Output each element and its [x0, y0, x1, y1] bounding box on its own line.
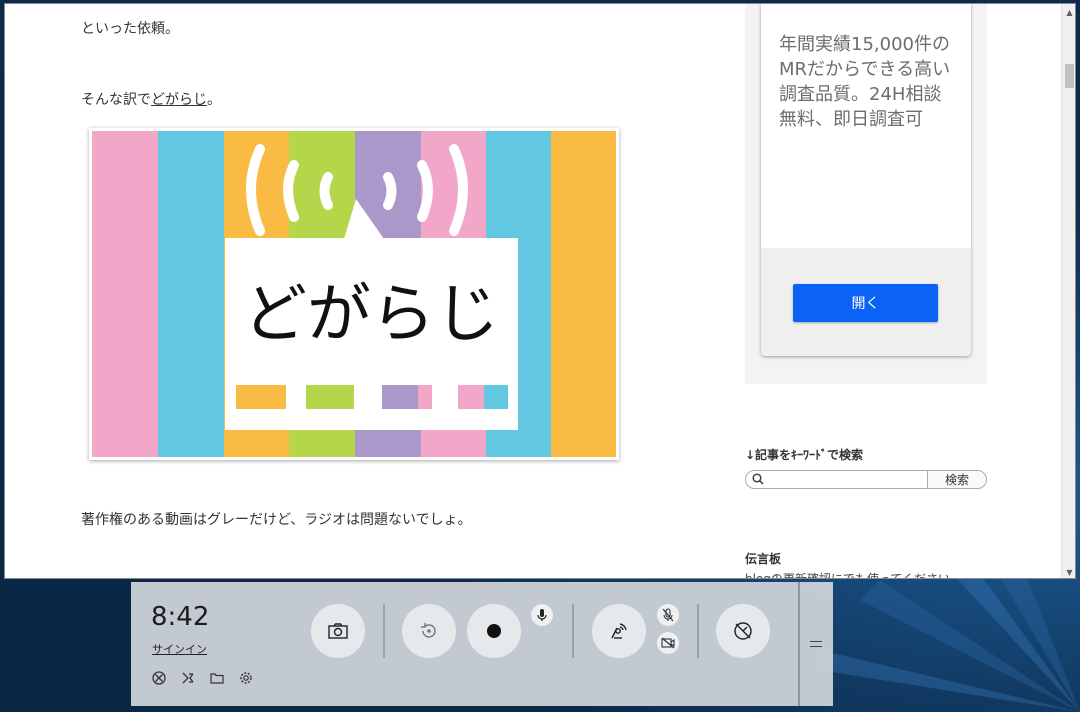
xbox-icon[interactable]: [151, 670, 167, 686]
broadcast-button[interactable]: [592, 604, 646, 658]
broadcast-mixer-icon[interactable]: [180, 670, 196, 686]
replay-icon: [421, 623, 436, 638]
performance-button[interactable]: [716, 604, 770, 658]
performance-off-icon: [734, 622, 752, 640]
broadcast-mic-toggle[interactable]: [657, 604, 679, 626]
ad-open-button[interactable]: 開く: [793, 284, 938, 322]
microphone-off-icon: [662, 608, 674, 622]
article-text-prefix: そんな訳で: [81, 92, 151, 108]
article-text-request: といった依頼。: [81, 21, 179, 37]
scroll-up-arrow-icon[interactable]: ▲: [1062, 4, 1075, 20]
game-bar-edge: [798, 582, 800, 706]
separator: [383, 604, 385, 658]
dogaradi-logo-image[interactable]: どがらじ: [89, 128, 619, 460]
search-input[interactable]: [768, 472, 927, 489]
article-text-suffix: 。: [207, 92, 221, 108]
start-recording-button[interactable]: [467, 604, 521, 658]
search-box: 検索: [745, 470, 987, 489]
broadcast-camera-toggle[interactable]: [657, 632, 679, 654]
drag-handle-icon[interactable]: [810, 641, 822, 647]
record-icon: [487, 624, 501, 638]
search-heading: ↓記事をｷｰﾜｰﾄﾞで検索: [745, 448, 864, 462]
ad-card[interactable]: 年間実績15,000件のMRだからできる高い調査品質。24H相談無料、即日調査可…: [761, 4, 971, 356]
ad-text: 年間実績15,000件のMRだからできる高い調査品質。24H相談無料、即日調査可: [779, 34, 951, 130]
message-board-text: blogの更新確認にでも使ってください: [745, 572, 950, 579]
separator: [572, 604, 574, 658]
search-button[interactable]: 検索: [927, 470, 987, 489]
message-board-heading: 伝言板: [745, 552, 782, 566]
logo-text: どがらじ: [243, 278, 499, 352]
clock: 8:42: [151, 602, 210, 632]
dogaradi-link[interactable]: どがらじ: [151, 92, 207, 108]
microphone-icon: [537, 609, 547, 621]
article-text-doga: そんな訳でどがらじ。: [81, 89, 221, 109]
search-icon: [752, 473, 764, 485]
scroll-thumb[interactable]: [1065, 64, 1074, 88]
settings-gear-icon[interactable]: [238, 670, 254, 686]
camera-icon: [328, 623, 348, 639]
microphone-toggle[interactable]: [531, 604, 553, 626]
article-text-copyright: 著作権のある動画はグレーだけど、ラジオは問題ないでしょ。: [81, 512, 472, 528]
broadcast-icon: [611, 623, 627, 639]
screenshot-button[interactable]: [311, 604, 365, 658]
camera-off-icon: [661, 637, 675, 649]
vertical-scrollbar[interactable]: ▲ ▼: [1061, 4, 1075, 578]
signin-link[interactable]: サインイン: [152, 641, 207, 657]
separator: [697, 604, 699, 658]
record-last-button[interactable]: [402, 604, 456, 658]
folder-icon[interactable]: [209, 670, 225, 686]
ad-footer: 開く: [761, 248, 971, 356]
browser-window: といった依頼。 そんな訳でどがらじ。 どがらじ 著作権のある動画はグレーだけど、…: [4, 3, 1076, 579]
game-bar: 8:42 サインイン: [131, 582, 833, 706]
desktop-light-rays: [820, 560, 1080, 712]
page-content: といった依頼。 そんな訳でどがらじ。 どがらじ 著作権のある動画はグレーだけど、…: [5, 4, 1061, 579]
scroll-down-arrow-icon[interactable]: ▼: [1062, 564, 1075, 578]
